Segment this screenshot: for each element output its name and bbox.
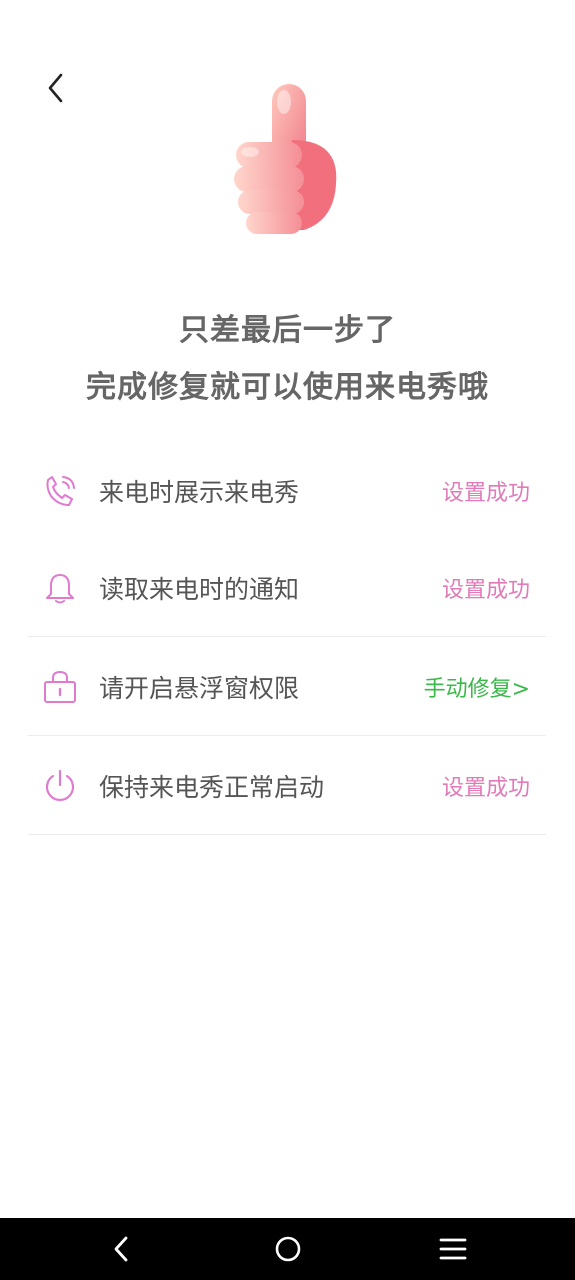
nav-home-button[interactable]: [258, 1218, 318, 1280]
nav-back-icon: [114, 1236, 128, 1262]
permission-row-keep-running[interactable]: 保持来电秀正常启动 设置成功: [28, 737, 546, 835]
bell-icon: [42, 570, 78, 606]
nav-home-icon: [275, 1236, 301, 1262]
power-icon: [42, 768, 78, 804]
lock-icon: [42, 669, 78, 705]
nav-menu-button[interactable]: [423, 1218, 483, 1280]
permission-row-call-display[interactable]: 来电时展示来电秀 设置成功: [28, 442, 546, 540]
permission-label: 保持来电秀正常启动: [99, 772, 325, 802]
system-navigation-bar: [0, 1218, 575, 1280]
permission-label: 来电时展示来电秀: [99, 478, 300, 507]
headline-line-2: 完成修复就可以使用来电秀哦: [86, 370, 489, 405]
permission-status: 设置成功: [441, 775, 530, 801]
manual-fix-button[interactable]: 手动修复>: [424, 671, 530, 703]
thumbs-up-icon: [234, 84, 337, 234]
nav-menu-icon: [439, 1238, 467, 1260]
permission-row-read-notifications[interactable]: 读取来电时的通知 设置成功: [28, 539, 546, 637]
thumbs-up-illustration: [222, 80, 352, 240]
phone-icon: [42, 473, 78, 509]
back-button[interactable]: [36, 66, 76, 110]
permission-label: 请开启悬浮窗权限: [99, 673, 300, 703]
nav-back-button[interactable]: [92, 1218, 152, 1280]
headline-line-1: 只差最后一步了: [179, 313, 396, 348]
chevron-left-icon: [48, 73, 63, 103]
permission-label: 读取来电时的通知: [99, 574, 300, 604]
permission-row-floating-window[interactable]: 请开启悬浮窗权限 手动修复>: [28, 638, 546, 736]
permission-status: 设置成功: [441, 577, 530, 603]
permission-status: 设置成功: [441, 481, 530, 506]
